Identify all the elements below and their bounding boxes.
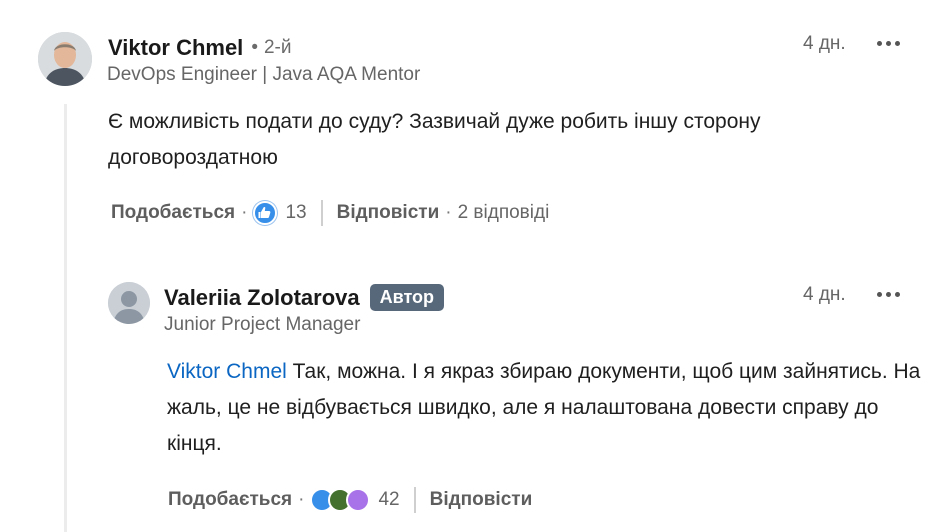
mention-link[interactable]: Viktor Chmel [167,360,287,383]
avatar[interactable] [38,32,92,86]
default-avatar-icon [108,282,150,324]
separator-dot: · [241,202,248,223]
comment-timestamp: 4 дн. [803,33,846,54]
like-button[interactable]: Подобається [111,202,235,224]
like-reaction-icon[interactable] [253,201,278,225]
reply-button[interactable]: Відповісти [337,202,440,224]
dot [877,41,882,46]
support-reaction-icon [346,488,371,512]
reply-author-line: Valeriia Zolotarova Автор [164,284,445,311]
avatar[interactable] [108,282,150,324]
dot [886,41,891,46]
reply-timestamp: 4 дн. [803,284,846,305]
divider [320,200,323,226]
reply-text: Viktor Chmel Так, можна. І я якраз збира… [167,354,927,462]
connection-degree: • 2-й [251,37,291,59]
divider [413,487,416,513]
degree-dot: • [251,37,258,58]
dot [886,292,891,297]
reply-actions: Подобається · 42 Відповісти [168,487,532,513]
dot [895,41,900,46]
person-photo-icon [38,32,92,86]
replies-count-link[interactable]: 2 відповіді [458,202,550,224]
like-button[interactable]: Подобається [168,489,292,511]
reaction-icons[interactable] [310,488,371,512]
reply-author-name[interactable]: Valeriia Zolotarova [164,285,360,311]
author-badge: Автор [369,284,445,311]
separator-dot: · [445,202,452,223]
dot [895,292,900,297]
degree-text: 2-й [263,37,292,58]
more-options-icon[interactable] [877,41,900,46]
reaction-count[interactable]: 13 [285,202,306,224]
comment-text: Є можливість подати до суду? Зазвичай ду… [108,110,761,169]
comment-author-name[interactable]: Viktor Chmel [108,35,243,61]
thread-line [64,104,67,532]
dot [877,292,882,297]
reply-author-headline: Junior Project Manager [164,314,361,335]
comment-author-line: Viktor Chmel • 2-й [108,35,291,61]
thumbs-up-icon [258,206,271,218]
separator-dot: · [298,489,305,510]
more-options-icon[interactable] [877,292,900,297]
reply-button[interactable]: Відповісти [430,489,533,511]
reaction-count[interactable]: 42 [378,489,399,511]
comment-author-headline: DevOps Engineer | Java AQA Mentor [107,64,421,85]
comment-actions: Подобається · 13 Відповісти · 2 відповід… [111,200,549,226]
